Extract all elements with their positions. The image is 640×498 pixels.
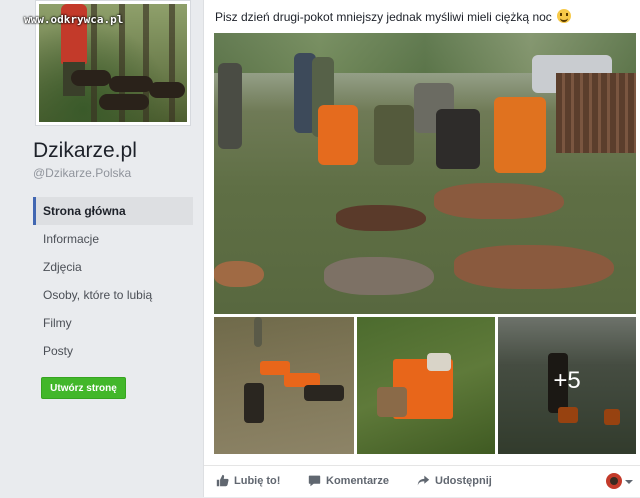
post-card: Pisz dzień drugi-pokot mniejszy jednak m… bbox=[203, 0, 640, 497]
more-photos-count: +5 bbox=[553, 367, 581, 394]
page-title[interactable]: Dzikarze.pl bbox=[33, 139, 137, 163]
nav-item-videos[interactable]: Filmy bbox=[33, 309, 193, 337]
thumbs-up-icon bbox=[216, 474, 229, 487]
nav-item-home[interactable]: Strona główna bbox=[33, 197, 193, 225]
photo-thumbnail-3[interactable]: +5 bbox=[498, 317, 636, 454]
share-icon bbox=[417, 475, 430, 486]
post-actions-bar: Lubię to! Komentarze Udostępnij bbox=[204, 465, 640, 498]
chevron-down-icon bbox=[625, 480, 633, 484]
nav-item-photos[interactable]: Zdjęcia bbox=[33, 253, 193, 281]
nav-item-about[interactable]: Informacje bbox=[33, 225, 193, 253]
page-avatar-icon bbox=[606, 473, 622, 489]
watermark: www.odkrywca.pl bbox=[24, 13, 124, 26]
page-handle[interactable]: @Dzikarze.Polska bbox=[33, 166, 131, 180]
comment-icon bbox=[308, 475, 321, 487]
share-button[interactable]: Udostępnij bbox=[417, 474, 492, 487]
share-label: Udostępnij bbox=[435, 475, 492, 487]
photo-thumbnails: +5 bbox=[214, 317, 636, 454]
nav-item-posts[interactable]: Posty bbox=[33, 337, 193, 365]
page-nav: Strona główna Informacje Zdjęcia Osoby, … bbox=[33, 197, 193, 365]
post-main-photo[interactable] bbox=[214, 33, 636, 314]
comment-button[interactable]: Komentarze bbox=[308, 474, 389, 487]
like-label: Lubię to! bbox=[234, 475, 281, 487]
left-column: www.odkrywca.pl Dzikarze.pl @Dzikarze.Po… bbox=[0, 0, 204, 497]
post-message: Pisz dzień drugi-pokot mniejszy jednak m… bbox=[215, 10, 552, 24]
like-button[interactable]: Lubię to! bbox=[216, 474, 280, 487]
reaction-selector[interactable] bbox=[605, 472, 633, 490]
comment-label: Komentarze bbox=[326, 475, 389, 487]
create-page-button[interactable]: Utwórz stronę bbox=[41, 377, 126, 399]
photo-thumbnail-2[interactable] bbox=[357, 317, 495, 454]
laughing-emoji-icon bbox=[557, 9, 572, 23]
photo-thumbnail-1[interactable] bbox=[214, 317, 354, 454]
post-text: Pisz dzień drugi-pokot mniejszy jednak m… bbox=[215, 9, 572, 24]
nav-item-likes[interactable]: Osoby, które to lubią bbox=[33, 281, 193, 309]
